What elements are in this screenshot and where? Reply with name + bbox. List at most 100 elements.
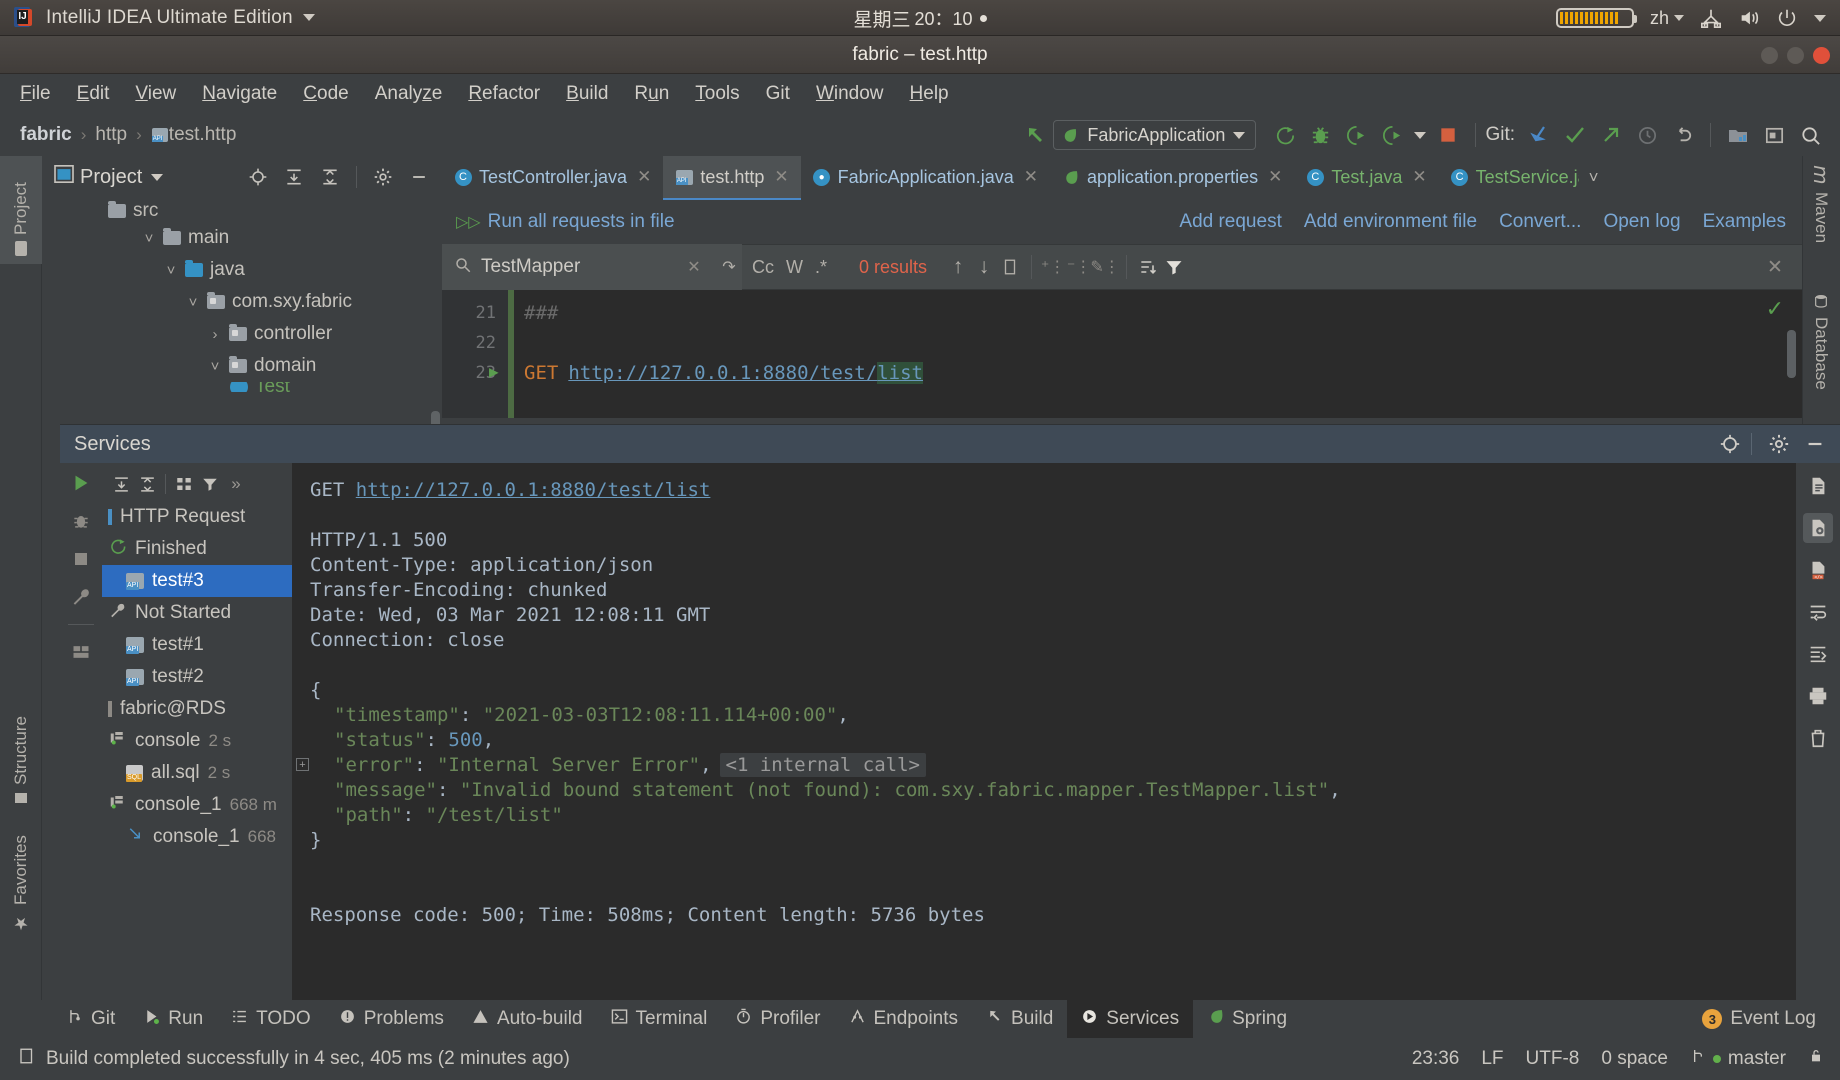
sidebar-item-favorites[interactable]: ★ Favorites: [0, 816, 42, 942]
caret-down-icon[interactable]: [302, 14, 315, 21]
event-log-button[interactable]: 3 Event Log: [1702, 1008, 1840, 1030]
add-request-link[interactable]: Add request: [1179, 211, 1281, 233]
menu-item-view[interactable]: View: [135, 83, 176, 105]
group-icon[interactable]: [171, 471, 197, 497]
examples-link[interactable]: Examples: [1703, 211, 1786, 233]
file-icon[interactable]: [1803, 471, 1833, 501]
os-app-name[interactable]: IntelliJ IDEA Ultimate Edition: [46, 7, 293, 29]
file-encoding[interactable]: UTF-8: [1526, 1048, 1580, 1070]
open-file-icon[interactable]: [1723, 120, 1753, 150]
caret-position[interactable]: 23:36: [1412, 1048, 1460, 1070]
tool-tab-terminal[interactable]: Terminal: [597, 1000, 722, 1038]
run-all-requests-button[interactable]: ▷▷ Run all requests in file: [456, 211, 675, 233]
code-file-icon[interactable]: </>: [1803, 555, 1833, 585]
menu-item-help[interactable]: Help: [910, 83, 949, 105]
menu-item-refactor[interactable]: Refactor: [468, 83, 540, 105]
match-case-toggle[interactable]: Cc: [752, 257, 774, 278]
inspection-ok-icon[interactable]: ✓: [1766, 296, 1784, 322]
hide-window-icon[interactable]: [1759, 120, 1789, 150]
filter-icon[interactable]: [1161, 254, 1187, 280]
chevron-down-icon[interactable]: [151, 173, 164, 181]
menu-item-edit[interactable]: Edit: [77, 83, 110, 105]
minimize-button[interactable]: [1761, 46, 1778, 64]
close-button[interactable]: [1813, 46, 1830, 64]
filter-icon[interactable]: [197, 471, 223, 497]
debug-icon[interactable]: [67, 507, 95, 535]
history-icon[interactable]: [1632, 120, 1662, 150]
tool-tab-git[interactable]: Git: [52, 1000, 129, 1038]
update-project-icon[interactable]: [1524, 120, 1554, 150]
soft-wrap-icon[interactable]: [1803, 597, 1833, 627]
back-arrow-icon[interactable]: [1020, 120, 1050, 150]
add-line-icon[interactable]: ⁺⋮: [1040, 254, 1066, 280]
gear-icon[interactable]: [370, 164, 396, 190]
locate-icon[interactable]: [1715, 429, 1745, 459]
breadcrumb-file[interactable]: test.http: [169, 124, 237, 146]
open-log-link[interactable]: Open log: [1603, 211, 1680, 233]
tool-tab-build[interactable]: Build: [972, 1000, 1067, 1038]
tree-item-src[interactable]: src: [42, 200, 442, 222]
tool-tab-auto-build[interactable]: Auto-build: [458, 1000, 597, 1038]
sidebar-item-structure[interactable]: Structure: [0, 694, 42, 812]
chevron-down-icon[interactable]: ˅: [164, 262, 178, 279]
minimize-icon[interactable]: [406, 164, 432, 190]
profile-dropdown-icon[interactable]: [1413, 120, 1427, 150]
minimize-icon[interactable]: [1800, 429, 1830, 459]
tool-tab-todo[interactable]: TODO: [217, 1000, 325, 1038]
menu-item-tools[interactable]: Tools: [695, 83, 739, 105]
sidebar-item-database[interactable]: Database: [1802, 284, 1840, 432]
breadcrumb-project[interactable]: fabric: [20, 124, 72, 146]
collapse-all-icon[interactable]: [317, 164, 343, 190]
services-response-view[interactable]: GET http://127.0.0.1:8880/test/list HTTP…: [292, 463, 1796, 1022]
menu-item-file[interactable]: File: [20, 83, 51, 105]
editor-tab-application-properties[interactable]: application.properties ✕: [1050, 156, 1294, 200]
rollback-icon[interactable]: [1668, 120, 1698, 150]
clear-icon[interactable]: ✕: [681, 254, 707, 280]
indent-setting[interactable]: 0 space: [1601, 1048, 1668, 1070]
volume-icon[interactable]: [1738, 7, 1760, 29]
editor-tab-fabricapplication[interactable]: ● FabricApplication.java ✕: [801, 156, 1050, 200]
response-request-url[interactable]: http://127.0.0.1:8880/test/list: [356, 479, 711, 501]
gear-icon[interactable]: [1764, 429, 1794, 459]
services-node-test2[interactable]: test#2: [102, 661, 292, 693]
menu-item-analyze[interactable]: Analyze: [375, 83, 443, 105]
editor-tab-testcontroller[interactable]: C TestController.java ✕: [442, 156, 663, 200]
scroll-to-end-icon[interactable]: [1803, 639, 1833, 669]
expand-all-icon[interactable]: [108, 471, 134, 497]
edit-line-icon[interactable]: ✎⋮: [1090, 254, 1119, 280]
search-everywhere-icon[interactable]: [1795, 120, 1825, 150]
next-match-icon[interactable]: ↓: [971, 254, 997, 280]
tool-tab-problems[interactable]: Problems: [325, 1000, 458, 1038]
chevron-down-icon[interactable]: ˅: [186, 294, 200, 311]
chevron-down-icon[interactable]: ˅: [208, 358, 222, 375]
close-icon[interactable]: ✕: [774, 167, 788, 187]
editor-tab-overflow-button[interactable]: ˅: [1579, 156, 1609, 200]
chevron-down-icon[interactable]: ˅: [142, 230, 156, 247]
print-icon[interactable]: [1803, 681, 1833, 711]
tray-chevron-down-icon[interactable]: [1814, 14, 1826, 22]
collapse-all-icon[interactable]: [134, 471, 160, 497]
chevron-right-icon[interactable]: ›: [208, 326, 222, 343]
os-language-indicator[interactable]: zh: [1650, 8, 1669, 29]
git-branch-widget[interactable]: master: [1690, 1047, 1786, 1071]
sidebar-item-project[interactable]: Project: [0, 156, 42, 264]
layout-icon[interactable]: [67, 638, 95, 666]
chevron-down-icon[interactable]: [1233, 131, 1246, 139]
status-message[interactable]: Build completed successfully in 4 sec, 4…: [46, 1048, 570, 1070]
network-icon[interactable]: [1700, 7, 1722, 29]
commit-icon[interactable]: [1560, 120, 1590, 150]
run-icon[interactable]: [1269, 120, 1299, 150]
words-toggle[interactable]: W: [786, 257, 803, 278]
services-node-not-started[interactable]: Not Started: [102, 597, 292, 629]
stop-icon[interactable]: [1433, 120, 1463, 150]
services-node-console-1[interactable]: console_1 668 m: [102, 789, 292, 821]
line-separator[interactable]: LF: [1481, 1048, 1503, 1070]
tool-tab-run[interactable]: Run: [129, 1000, 217, 1038]
battery-icon[interactable]: [1555, 8, 1637, 28]
editor-tab-test-java[interactable]: C Test.java ✕: [1294, 156, 1438, 200]
close-find-bar-icon[interactable]: ✕: [1762, 254, 1788, 280]
editor-tab-testservice[interactable]: C TestService.ja: [1439, 156, 1579, 200]
os-clock[interactable]: 星期三 20：10: [853, 5, 987, 32]
services-node-datasource[interactable]: fabric@RDS: [102, 693, 292, 725]
services-node-http-request[interactable]: HTTP Request: [102, 501, 292, 533]
